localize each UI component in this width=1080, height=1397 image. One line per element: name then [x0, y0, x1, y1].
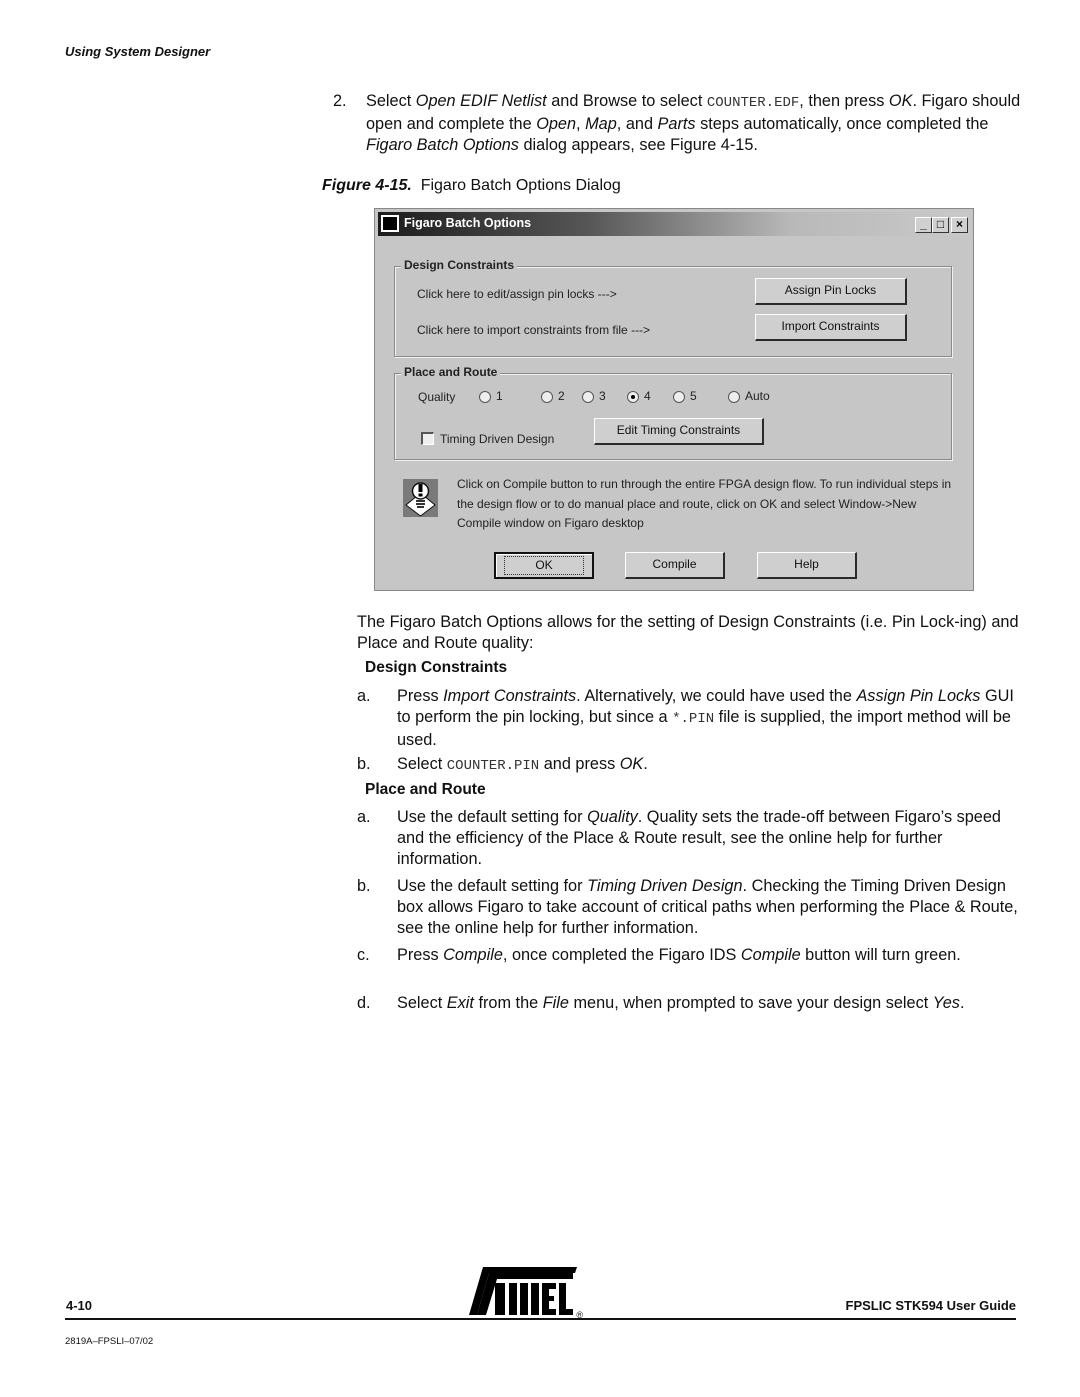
- quality-radio-auto[interactable]: [728, 391, 740, 403]
- app-icon: [381, 215, 399, 232]
- design-constraints-heading: Design Constraints: [365, 659, 508, 676]
- compile-button[interactable]: Compile: [625, 552, 725, 579]
- help-button[interactable]: Help: [757, 552, 857, 579]
- quality-radio-3[interactable]: [582, 391, 594, 403]
- close-button[interactable]: ×: [951, 217, 968, 233]
- list-item: c. Press Compile, once completed the Fig…: [357, 946, 961, 964]
- design-constraints-group: Design Constraints Click here to edit/as…: [394, 258, 952, 357]
- running-head: Using System Designer: [65, 44, 211, 59]
- figaro-batch-options-dialog: Figaro Batch Options _ □ × Design Constr…: [374, 208, 974, 591]
- quality-label: Quality: [418, 390, 456, 404]
- list-item: b. Use the default setting for Timing Dr…: [357, 877, 1018, 937]
- quality-option-label: 2: [558, 389, 565, 403]
- quality-option-label: 1: [496, 389, 503, 403]
- quality-option-label: 4: [644, 389, 651, 403]
- import-constraints-label: Click here to import constraints from fi…: [417, 323, 651, 337]
- intro-paragraph: The Figaro Batch Options allows for the …: [357, 613, 1019, 652]
- quality-radio-1[interactable]: [479, 391, 491, 403]
- list-item: b. Select COUNTER.PIN and press OK.: [357, 755, 648, 774]
- edit-timing-constraints-button[interactable]: Edit Timing Constraints: [594, 418, 764, 445]
- lightbulb-info-icon: [403, 479, 438, 517]
- place-and-route-heading: Place and Route: [365, 781, 486, 798]
- quality-radio-5[interactable]: [673, 391, 685, 403]
- step-number: 2.: [333, 92, 347, 110]
- group-title: Design Constraints: [401, 258, 518, 272]
- ok-button-label: OK: [504, 556, 584, 575]
- minimize-button[interactable]: _: [915, 217, 932, 233]
- info-message: Click on Compile button to run through t…: [457, 477, 952, 530]
- assign-pin-locks-label: Click here to edit/assign pin locks --->: [417, 287, 617, 301]
- step-2-text: Select Open EDIF Netlist and Browse to s…: [366, 92, 1021, 154]
- ok-button[interactable]: OK: [494, 552, 594, 579]
- figure-caption: Figure 4-15. Figaro Batch Options Dialog: [322, 177, 621, 194]
- maximize-button[interactable]: □: [932, 217, 949, 233]
- footer-divider: [65, 1318, 1016, 1320]
- atmel-logo: ®: [469, 1265, 583, 1320]
- timing-driven-design-checkbox[interactable]: [421, 432, 434, 445]
- quality-option-label: 5: [690, 389, 697, 403]
- assign-pin-locks-button[interactable]: Assign Pin Locks: [755, 278, 907, 305]
- list-item: d. Select Exit from the File menu, when …: [357, 994, 965, 1012]
- quality-option-label: Auto: [745, 389, 770, 403]
- page-number: 4-10: [66, 1298, 93, 1313]
- list-item: a. Use the default setting for Quality. …: [357, 808, 1001, 868]
- import-constraints-button[interactable]: Import Constraints: [755, 314, 907, 341]
- dialog-title: Figaro Batch Options: [404, 216, 532, 230]
- quality-radio-4[interactable]: [627, 391, 639, 403]
- quality-option-label: 3: [599, 389, 606, 403]
- timing-driven-design-label: Timing Driven Design: [440, 432, 555, 446]
- dialog-titlebar: Figaro Batch Options _ □ ×: [378, 212, 970, 236]
- list-item: a. Press Import Constraints. Alternative…: [357, 687, 1014, 749]
- document-code: 2819A–FPSLI–07/02: [65, 1336, 154, 1347]
- quality-radio-2[interactable]: [541, 391, 553, 403]
- place-and-route-group: Place and Route Quality 1 2 3 4 5 Auto Timing…: [394, 365, 952, 460]
- step-2: 2. Select Open EDIF Netlist and Browse t…: [333, 91, 1023, 156]
- guide-title: FPSLIC STK594 User Guide: [845, 1298, 1017, 1313]
- group-title: Place and Route: [401, 365, 501, 379]
